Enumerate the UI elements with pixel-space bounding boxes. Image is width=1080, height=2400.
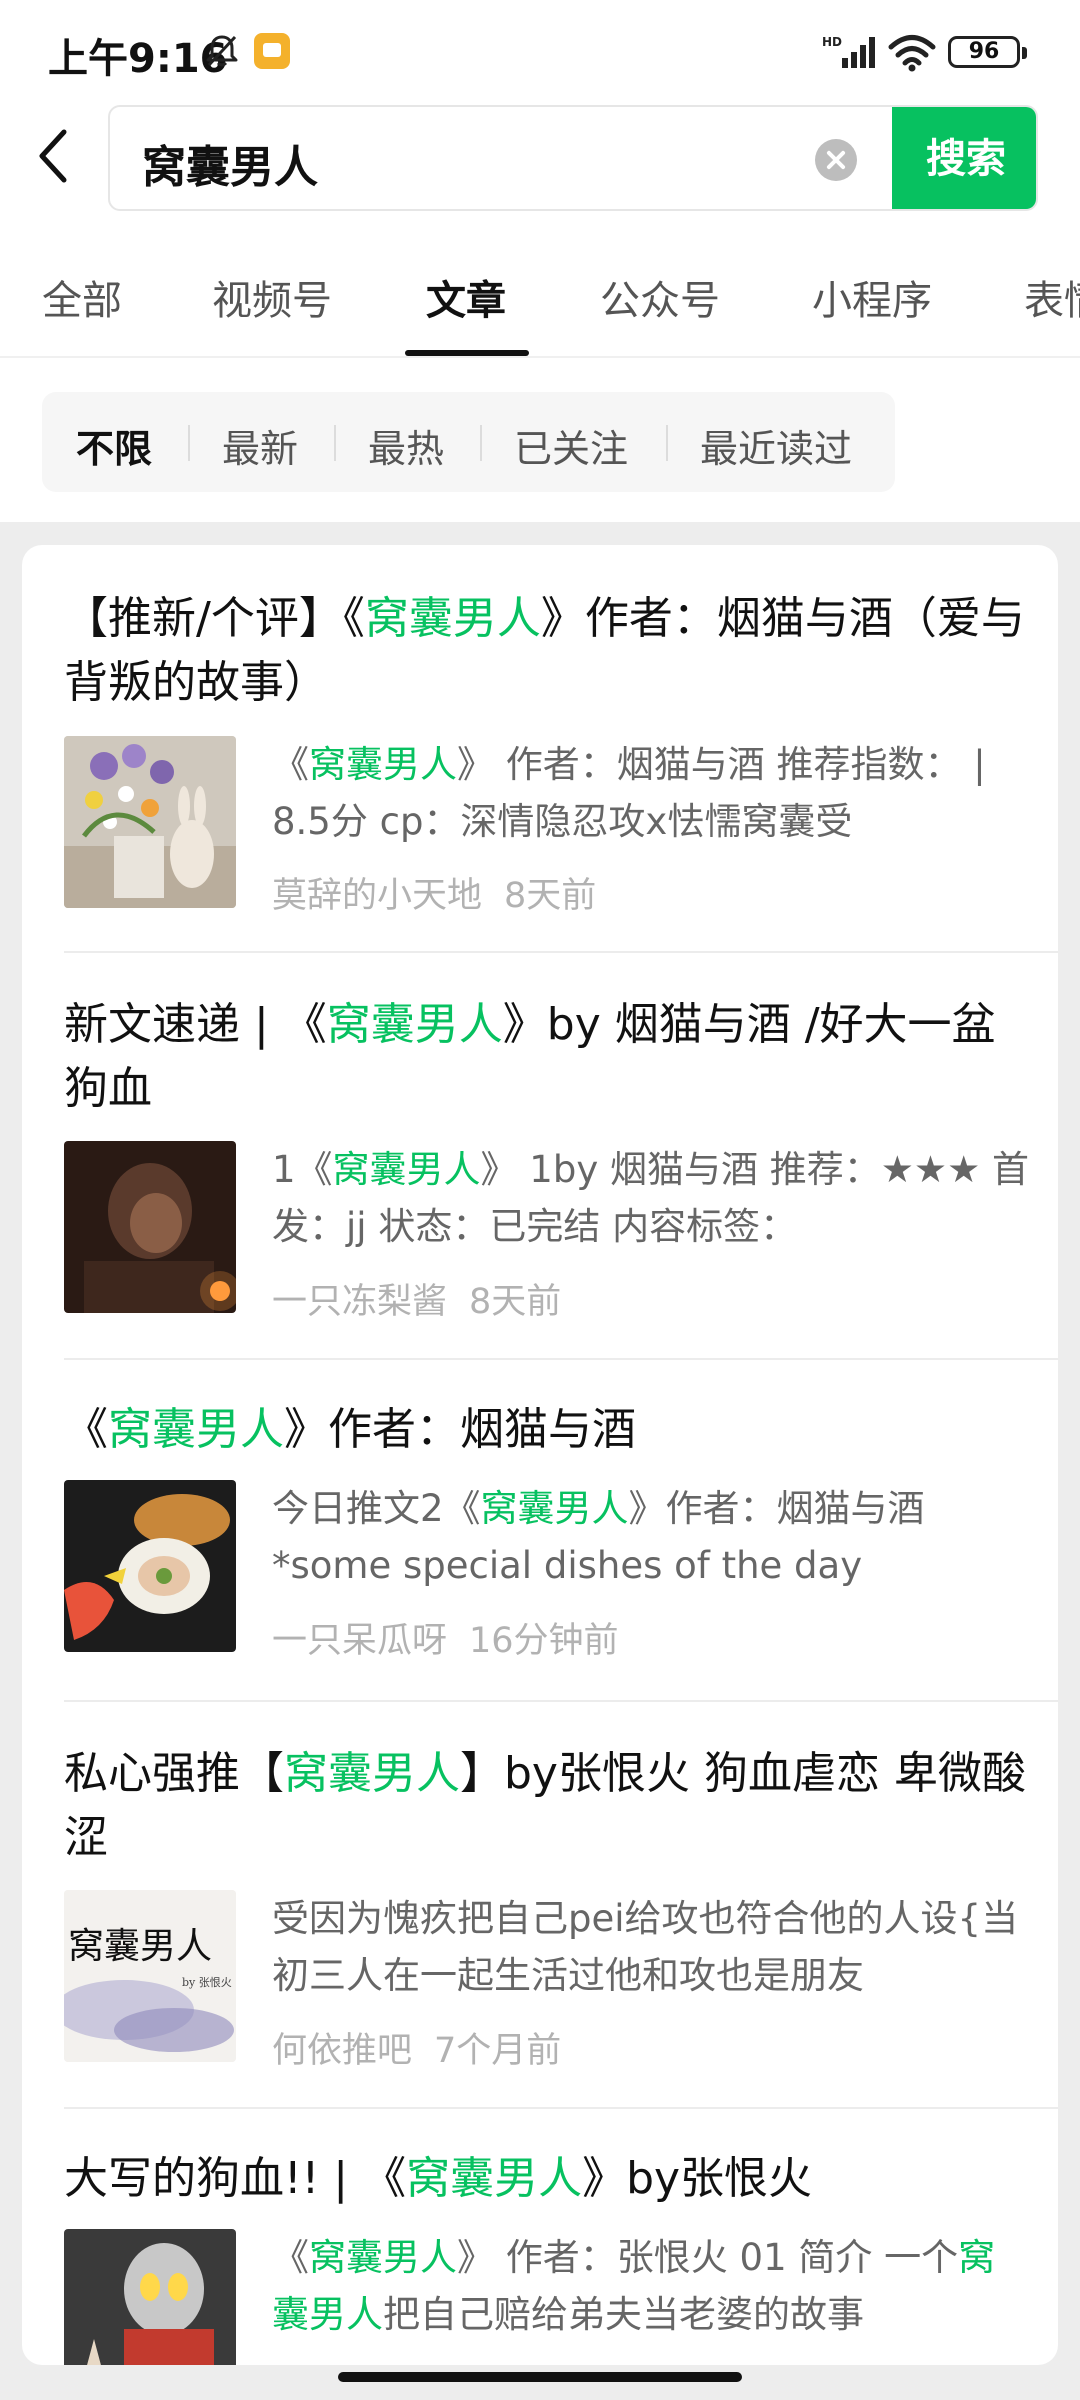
result-source[interactable]: 何依推吧 bbox=[272, 2031, 412, 2071]
text-segment: 私心强推【 bbox=[64, 1748, 284, 1799]
result-item[interactable]: 《窝囊男人》作者：烟猫与酒 今日推文2《窝囊男人》作者：烟猫与酒 *some s… bbox=[22, 1360, 1058, 1700]
filter-unlimited[interactable]: 不限 bbox=[76, 418, 152, 473]
result-item[interactable]: 私心强推【窝囊男人】by张恨火 狗血虐恋 卑微酸涩 窝囊男人 by 张恨火 受因… bbox=[22, 1702, 1058, 2107]
filter-recently-read[interactable]: 最近读过 bbox=[700, 418, 852, 473]
filter-divider bbox=[666, 425, 668, 461]
tab-stickers[interactable]: 表情 bbox=[1024, 268, 1080, 326]
highlighted-keyword: 窝囊男人 bbox=[108, 1404, 284, 1455]
text-segment: 大写的狗血!! | 《 bbox=[64, 2153, 407, 2204]
result-source[interactable]: 一只冻梨酱 bbox=[272, 1282, 447, 1322]
result-time: 16分钟前 bbox=[469, 1621, 619, 1661]
result-thumbnail bbox=[64, 736, 236, 908]
result-source[interactable]: 莫辞的小天地 bbox=[272, 876, 482, 916]
svg-text:HD: HD bbox=[822, 35, 842, 49]
result-item[interactable]: 新文速递 | 《窝囊男人》by 烟猫与酒 /好大一盆狗血 1《窝囊男人》 1by… bbox=[22, 953, 1058, 1358]
text-segment: 《 bbox=[64, 1404, 108, 1455]
highlighted-keyword: 窝囊男人 bbox=[364, 593, 541, 644]
sushi-roll-photo bbox=[64, 1480, 236, 1652]
result-meta: 莫辞的小天地 8天前 bbox=[272, 867, 596, 918]
highlighted-keyword: 窝囊男人 bbox=[309, 2236, 457, 2279]
thumb-author-text: by 张恨火 bbox=[182, 1975, 232, 1989]
result-thumbnail bbox=[64, 1480, 236, 1652]
text-segment: 把自己赔给弟夫当老婆的故事 bbox=[383, 2293, 864, 2336]
result-time: 7个月前 bbox=[434, 2031, 562, 2071]
tab-all[interactable]: 全部 bbox=[42, 268, 122, 326]
result-title[interactable]: 《窝囊男人》作者：烟猫与酒 bbox=[64, 1398, 1034, 1462]
battery-indicator: 96 bbox=[948, 36, 1027, 68]
tab-channels[interactable]: 视频号 bbox=[212, 268, 332, 326]
active-tab-indicator bbox=[405, 350, 529, 356]
text-segment: 受因为愧疚把自己pei给攻也符合他的人设{当初三人在一起生活过他和攻也是朋友 bbox=[272, 1897, 1019, 1997]
filter-hottest[interactable]: 最热 bbox=[368, 418, 444, 473]
highlighted-keyword: 窝囊男人 bbox=[480, 1487, 629, 1530]
result-title[interactable]: 【推新/个评】《窝囊男人》作者：烟猫与酒（爱与背叛的故事） bbox=[64, 587, 1034, 715]
filter-latest[interactable]: 最新 bbox=[222, 418, 298, 473]
text-segment: 》 作者：张恨火 01 简介 一个 bbox=[457, 2236, 959, 2279]
category-tabs: 全部 视频号 文章 公众号 小程序 表情 bbox=[0, 250, 1080, 358]
clear-icon[interactable] bbox=[815, 139, 857, 181]
result-meta: 何依推吧 7个月前 bbox=[272, 2022, 561, 2073]
tab-mini-programs[interactable]: 小程序 bbox=[812, 268, 932, 326]
result-meta: 一只呆瓜呀 16分钟前 bbox=[272, 1612, 619, 1663]
flowers-and-bunny-photo bbox=[64, 736, 236, 908]
back-arrow-icon[interactable] bbox=[30, 124, 78, 188]
text-segment: 》作者：烟猫与酒 bbox=[284, 1404, 636, 1455]
result-source[interactable]: 一只呆瓜呀 bbox=[272, 1621, 447, 1661]
home-indicator[interactable] bbox=[338, 2372, 742, 2382]
candlelit-portrait-photo bbox=[64, 1141, 236, 1313]
filter-bar: 不限 最新 最热 已关注 最近读过 bbox=[42, 392, 895, 492]
tab-official-accounts[interactable]: 公众号 bbox=[600, 268, 720, 326]
highlighted-keyword: 窝囊男人 bbox=[332, 1148, 481, 1191]
calligraphy-cover-image: 窝囊男人 by 张恨火 bbox=[64, 1890, 236, 2062]
text-segment: 《 bbox=[272, 2236, 309, 2279]
text-segment: 新文速递 | 《 bbox=[64, 999, 327, 1050]
text-segment: 今日推文2《 bbox=[272, 1487, 481, 1530]
result-item[interactable]: 【推新/个评】《窝囊男人》作者：烟猫与酒（爱与背叛的故事） 《窝囊男人》 作者：… bbox=[22, 545, 1058, 951]
text-segment: 》by张恨火 bbox=[582, 2153, 813, 2204]
result-meta: 一只冻梨酱 8天前 bbox=[272, 1273, 561, 1324]
highlighted-keyword: 窝囊男人 bbox=[284, 1748, 460, 1799]
highlighted-keyword: 窝囊男人 bbox=[406, 2153, 583, 2204]
text-segment: 【推新/个评】《 bbox=[64, 593, 365, 644]
results-list: 【推新/个评】《窝囊男人》作者：烟猫与酒（爱与背叛的故事） 《窝囊男人》 作者：… bbox=[22, 545, 1058, 2365]
filter-divider bbox=[480, 425, 482, 461]
ultraman-figure-photo bbox=[64, 2229, 236, 2365]
search-input[interactable]: 窝囊男人 搜索 bbox=[108, 105, 1038, 211]
wifi-icon bbox=[888, 35, 936, 72]
search-button[interactable]: 搜索 bbox=[892, 107, 1036, 209]
result-title[interactable]: 大写的狗血!! | 《窝囊男人》by张恨火 bbox=[64, 2147, 1034, 2211]
bell-muted-icon bbox=[206, 35, 238, 67]
result-item[interactable]: 大写的狗血!! | 《窝囊男人》by张恨火 《窝囊男人》 作者：张恨火 01 简… bbox=[22, 2109, 1058, 2365]
tab-articles[interactable]: 文章 bbox=[426, 268, 506, 326]
filter-divider bbox=[334, 425, 336, 461]
result-snippet: 今日推文2《窝囊男人》作者：烟猫与酒 *some special dishes … bbox=[272, 1480, 1032, 1594]
result-thumbnail: 窝囊男人 by 张恨火 bbox=[64, 1890, 236, 2062]
highlighted-keyword: 窝囊男人 bbox=[326, 999, 503, 1050]
signal-icon: HD bbox=[822, 35, 875, 68]
text-segment: 1《 bbox=[272, 1148, 333, 1191]
result-title[interactable]: 私心强推【窝囊男人】by张恨火 狗血虐恋 卑微酸涩 bbox=[64, 1742, 1034, 1870]
filter-followed[interactable]: 已关注 bbox=[514, 418, 628, 473]
thumb-calligraphy-text: 窝囊男人 bbox=[68, 1926, 212, 1967]
result-title[interactable]: 新文速递 | 《窝囊男人》by 烟猫与酒 /好大一盆狗血 bbox=[64, 993, 1034, 1121]
result-thumbnail bbox=[64, 2229, 236, 2365]
result-snippet: 《窝囊男人》 作者：烟猫与酒 推荐指数： | 8.5分 cp：深情隐忍攻x怯懦窝… bbox=[272, 736, 1032, 850]
filter-divider bbox=[188, 425, 190, 461]
result-time: 8天前 bbox=[469, 1282, 562, 1322]
search-query-text[interactable]: 窝囊男人 bbox=[142, 131, 318, 195]
highlighted-keyword: 窝囊男人 bbox=[309, 743, 457, 786]
result-snippet: 1《窝囊男人》 1by 烟猫与酒 推荐：★★★ 首发：jj 状态：已完结 内容标… bbox=[272, 1141, 1032, 1255]
app-notification-icon bbox=[254, 33, 290, 69]
text-segment: 《 bbox=[272, 743, 309, 786]
result-time: 8天前 bbox=[504, 876, 597, 916]
status-time: 上午9:16 bbox=[48, 36, 228, 82]
result-thumbnail bbox=[64, 1141, 236, 1313]
status-bar: 上午9:16 HD 96 bbox=[0, 0, 1080, 96]
result-snippet: 受因为愧疚把自己pei给攻也符合他的人设{当初三人在一起生活过他和攻也是朋友 bbox=[272, 1890, 1032, 2004]
result-snippet: 《窝囊男人》 作者：张恨火 01 简介 一个窝囊男人把自己赔给弟夫当老婆的故事 bbox=[272, 2229, 1032, 2343]
